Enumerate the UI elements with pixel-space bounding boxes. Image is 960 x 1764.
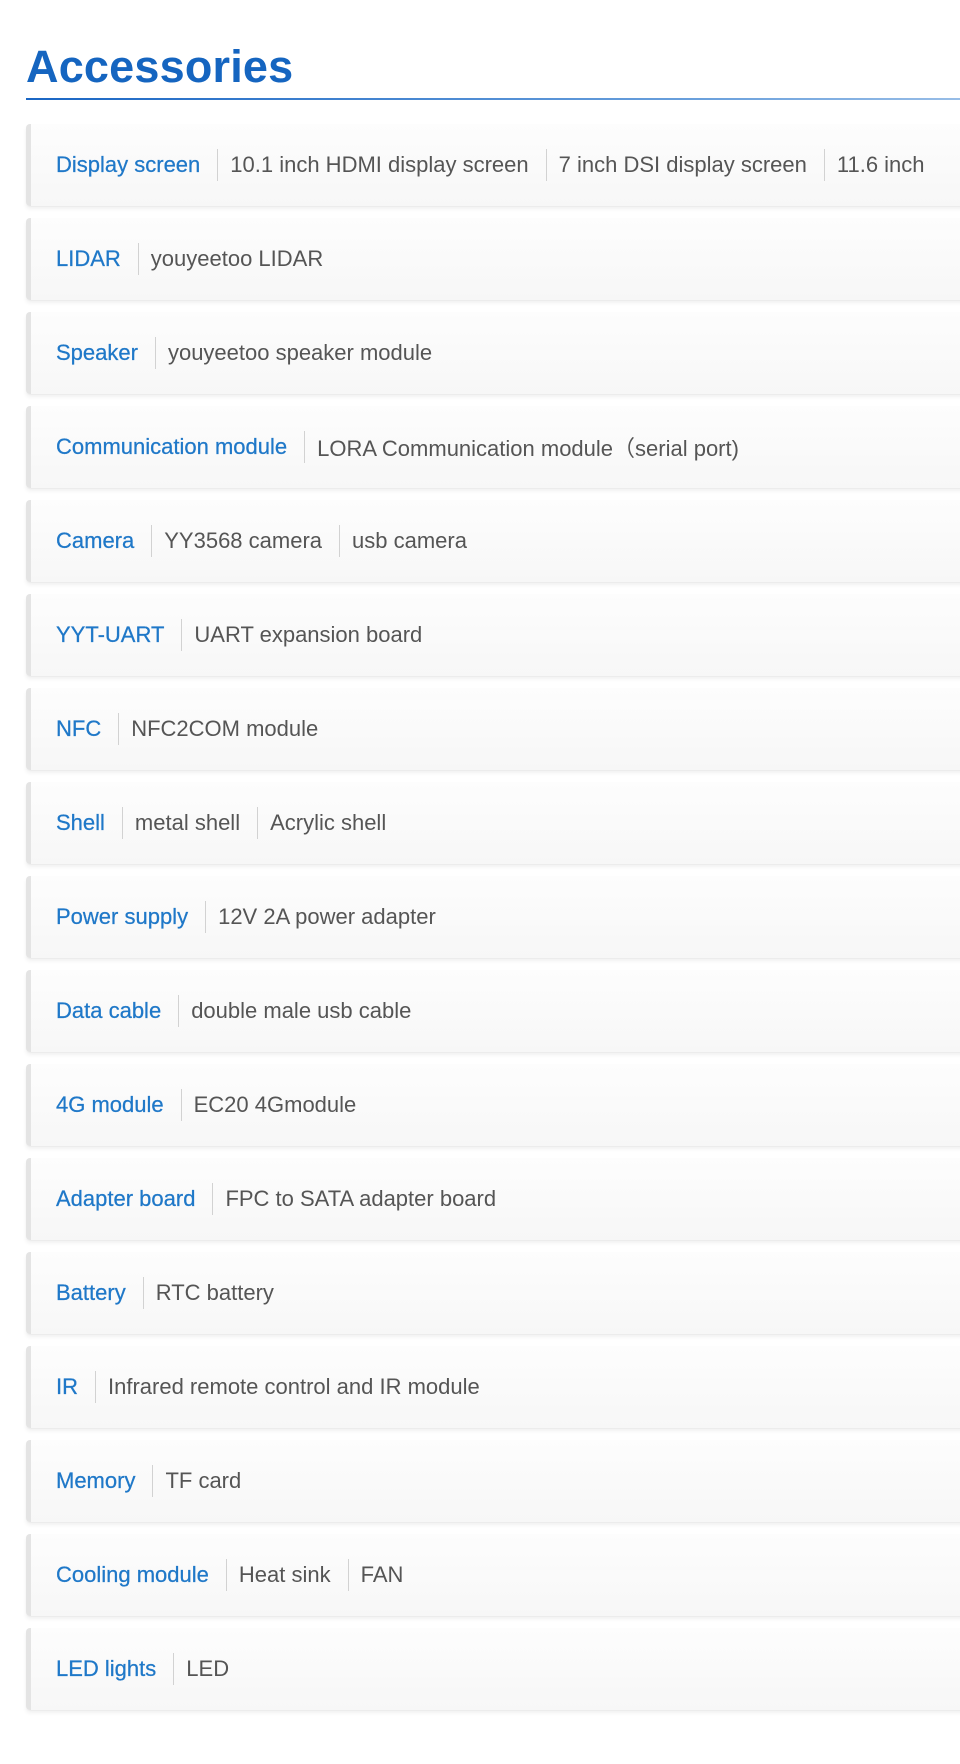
accessory-row: Speaker youyeetoo speaker module: [26, 312, 960, 394]
accessory-item-link[interactable]: LORA Communication module（serial port): [287, 431, 739, 463]
category-link[interactable]: NFC: [31, 716, 101, 742]
accessory-item-link[interactable]: 10.1 inch HDMI display screen: [200, 149, 528, 181]
accessory-item-link[interactable]: 12V 2A power adapter: [188, 901, 436, 933]
accessory-row: NFC NFC2COM module: [26, 688, 960, 770]
category-link[interactable]: Communication module: [31, 434, 287, 460]
accessory-item-link[interactable]: 7 inch DSI display screen: [529, 149, 807, 181]
category-link[interactable]: Cooling module: [31, 1562, 209, 1588]
category-link[interactable]: LIDAR: [31, 246, 121, 272]
accessory-row: Communication module LORA Communication m…: [26, 406, 960, 488]
accessory-row: Power supply 12V 2A power adapter: [26, 876, 960, 958]
accessory-item-link[interactable]: youyeetoo LIDAR: [121, 243, 323, 275]
accessory-item-link[interactable]: Infrared remote control and IR module: [78, 1371, 480, 1403]
accessory-row: YYT-UART UART expansion board: [26, 594, 960, 676]
category-link[interactable]: 4G module: [31, 1092, 164, 1118]
accessory-item-link[interactable]: FPC to SATA adapter board: [195, 1183, 496, 1215]
accessory-item-link[interactable]: usb camera: [322, 525, 467, 557]
category-link[interactable]: Data cable: [31, 998, 161, 1024]
accessory-row: LED lights LED: [26, 1628, 960, 1710]
accessory-item-link[interactable]: double male usb cable: [161, 995, 411, 1027]
accessory-row: Battery RTC battery: [26, 1252, 960, 1334]
category-link[interactable]: IR: [31, 1374, 78, 1400]
accessory-row: Memory TF card: [26, 1440, 960, 1522]
category-link[interactable]: Speaker: [31, 340, 138, 366]
page-title: Accessories: [26, 41, 294, 92]
accessory-row: Shell metal shell Acrylic shell: [26, 782, 960, 864]
accessories-page: Accessories Display screen 10.1 inch HDMI…: [0, 0, 960, 1764]
accessory-item-link[interactable]: TF card: [135, 1465, 241, 1497]
accessory-item-link[interactable]: NFC2COM module: [101, 713, 318, 745]
accessory-item-link[interactable]: Acrylic shell: [240, 807, 386, 839]
accessory-item-link[interactable]: Heat sink: [209, 1559, 331, 1591]
accessory-row: Cooling module Heat sink FAN: [26, 1534, 960, 1616]
accessory-item-link[interactable]: metal shell: [105, 807, 240, 839]
accessories-list: Display screen 10.1 inch HDMI display scr…: [26, 124, 960, 1722]
accessory-item-link[interactable]: RTC battery: [126, 1277, 274, 1309]
category-link[interactable]: Power supply: [31, 904, 188, 930]
accessory-row: Data cable double male usb cable: [26, 970, 960, 1052]
category-link[interactable]: Display screen: [31, 152, 201, 178]
category-link[interactable]: Memory: [31, 1468, 136, 1494]
category-link[interactable]: Adapter board: [31, 1186, 196, 1212]
accessory-row: IR Infrared remote control and IR module: [26, 1346, 960, 1428]
accessory-row: LIDAR youyeetoo LIDAR: [26, 218, 960, 300]
title-underline: [26, 98, 960, 100]
accessory-item-link[interactable]: LED: [156, 1653, 229, 1685]
category-link[interactable]: Shell: [31, 810, 105, 836]
category-link[interactable]: Battery: [31, 1280, 126, 1306]
accessory-item-link[interactable]: YY3568 camera: [134, 525, 322, 557]
category-link[interactable]: YYT-UART: [31, 622, 165, 648]
accessory-row: Camera YY3568 camera usb camera: [26, 500, 960, 582]
category-link[interactable]: LED lights: [31, 1656, 157, 1682]
accessory-row: 4G module EC20 4Gmodule: [26, 1064, 960, 1146]
accessory-row: Display screen 10.1 inch HDMI display scr…: [26, 124, 960, 206]
category-link[interactable]: Camera: [31, 528, 135, 554]
accessory-item-link[interactable]: UART expansion board: [164, 619, 422, 651]
accessory-item-link[interactable]: youyeetoo speaker module: [138, 337, 432, 369]
accessory-item-link[interactable]: FAN: [331, 1559, 404, 1591]
accessory-item-link[interactable]: 11.6 inch: [807, 149, 925, 181]
accessory-item-link[interactable]: EC20 4Gmodule: [164, 1089, 357, 1121]
accessory-row: Adapter board FPC to SATA adapter board: [26, 1158, 960, 1240]
